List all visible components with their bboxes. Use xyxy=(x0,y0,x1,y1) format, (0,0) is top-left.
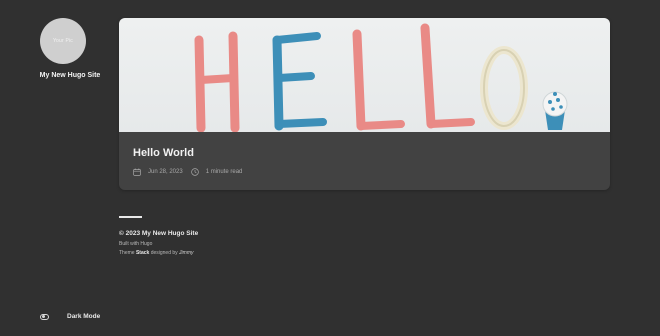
theme-prefix: Theme xyxy=(119,250,135,256)
theme-author-link[interactable]: Jimmy xyxy=(179,250,193,256)
theme-name-link[interactable]: Stack xyxy=(136,250,149,256)
hero-image[interactable] xyxy=(119,18,610,132)
page: Your Pic My New Hugo Site Dark Mode Hell… xyxy=(0,0,660,336)
toggle-icon xyxy=(40,313,49,320)
reading-time: 1 minute read xyxy=(205,169,243,175)
avatar[interactable]: Your Pic xyxy=(40,18,86,64)
calendar-icon xyxy=(133,168,141,176)
article-details: Hello World Jun 28, 2023 1 minute read xyxy=(119,132,610,190)
article-meta: Jun 28, 2023 1 minute read xyxy=(133,168,596,176)
copyright-text: © 2023 My New Hugo Site xyxy=(119,230,199,237)
theme-credit: Theme Stack designed by Jimmy xyxy=(119,250,198,256)
cupcake-decoration xyxy=(542,91,568,130)
dark-mode-toggle[interactable]: Dark Mode xyxy=(40,313,100,320)
site-footer: © 2023 My New Hugo Site Built with Hugo … xyxy=(119,216,198,256)
sidebar: Your Pic My New Hugo Site Dark Mode xyxy=(0,0,112,336)
article-card[interactable]: Hello World Jun 28, 2023 1 minute read xyxy=(119,18,610,190)
theme-middle-text: designed by xyxy=(150,250,178,256)
article-date: Jun 28, 2023 xyxy=(148,169,183,175)
article-title[interactable]: Hello World xyxy=(133,147,596,159)
avatar-placeholder-text: Your Pic xyxy=(52,38,74,44)
footer-divider xyxy=(119,216,142,218)
clock-icon xyxy=(190,168,199,176)
dark-mode-label: Dark Mode xyxy=(67,313,101,320)
built-with-text[interactable]: Built with Hugo xyxy=(119,241,198,247)
hello-letters-image xyxy=(194,23,568,132)
